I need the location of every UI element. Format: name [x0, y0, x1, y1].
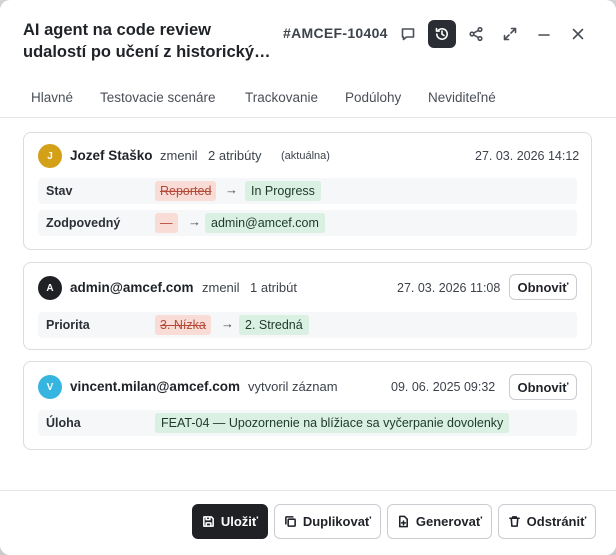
duplicate-label: Duplikovať	[302, 514, 372, 529]
history-timestamp: 09. 06. 2025 09:32	[391, 380, 496, 394]
restore-button[interactable]: Obnoviť	[509, 274, 577, 300]
duplicate-button[interactable]: Duplikovať	[274, 504, 381, 539]
generate-label: Generovať	[415, 514, 483, 529]
avatar: J	[38, 144, 62, 168]
close-icon	[572, 28, 584, 40]
tab-neviditelne[interactable]: Neviditeľné	[428, 90, 496, 105]
avatar: A	[38, 276, 62, 300]
minimize-button[interactable]	[530, 20, 558, 48]
document-plus-icon	[398, 515, 408, 528]
history-author: admin@amcef.com	[70, 280, 194, 295]
close-button[interactable]	[564, 20, 592, 48]
generate-button[interactable]: Generovať	[387, 504, 492, 539]
save-label: Uložiť	[220, 514, 259, 529]
diff-row-zodpovedny: Zodpovedný — → admin@amcef.com	[38, 210, 577, 236]
history-timestamp: 27. 03. 2026 11:08	[397, 281, 501, 295]
title-line-2: udalostí po učení z historický…	[23, 43, 271, 61]
tab-podulohy[interactable]: Podúlohy	[345, 90, 401, 105]
diff-row-priorita: Priorita 3. Nízka → 2. Stredná	[38, 312, 577, 338]
tab-testovacie-scenare[interactable]: Testovacie scenáre	[100, 90, 216, 105]
history-list: J Jozef Staško zmenil 2 atribúty (aktuál…	[0, 119, 616, 490]
arrow-icon: →	[221, 316, 234, 331]
current-version-label: (aktuálna)	[281, 150, 330, 162]
tab-hlavne[interactable]: Hlavné	[31, 90, 73, 105]
new-value: FEAT-04 — Upozornenie na blížiace sa vyč…	[155, 413, 510, 433]
title-line-1: AI agent na code review	[23, 21, 211, 39]
arrow-icon: →	[225, 182, 238, 197]
expand-icon	[503, 27, 517, 41]
field-label: Zodpovedný	[46, 216, 121, 230]
delete-button[interactable]: Odstrániť	[498, 504, 596, 539]
minimize-icon	[538, 34, 550, 36]
arrow-icon: →	[188, 214, 201, 229]
history-action: zmenil	[202, 280, 240, 295]
new-value: 2. Stredná	[239, 315, 309, 335]
ticket-modal: AI agent na code review udalostí po učen…	[0, 0, 616, 555]
avatar: V	[38, 375, 62, 399]
history-entry: A admin@amcef.com zmenil 1 atribút 27. 0…	[23, 262, 592, 350]
field-label: Úloha	[46, 416, 81, 430]
delete-label: Odstrániť	[526, 514, 587, 529]
tab-bar: Hlavné Testovacie scenáre Trackovanie Po…	[0, 76, 616, 192]
history-button[interactable]	[428, 20, 456, 48]
expand-button[interactable]	[496, 20, 524, 48]
old-value: —	[155, 213, 178, 233]
diff-row-uloha: Úloha FEAT-04 — Upozornenie na blížiace …	[38, 410, 577, 436]
comment-icon	[401, 28, 415, 41]
save-button[interactable]: Uložiť	[192, 504, 268, 539]
modal-title: AI agent na code review udalostí po učen…	[23, 19, 278, 63]
trash-icon	[508, 516, 520, 527]
restore-button[interactable]: Obnoviť	[509, 374, 577, 400]
save-icon	[202, 516, 214, 527]
history-icon	[435, 27, 448, 40]
history-timestamp: 27. 03. 2026 14:12	[475, 149, 580, 163]
history-change-count: 1 atribút	[250, 280, 297, 295]
diff-row-stav: Stav Reported → In Progress	[38, 178, 577, 204]
history-change-count: 2 atribúty	[208, 148, 262, 163]
history-action: vytvoril záznam	[248, 379, 338, 394]
tab-trackovanie[interactable]: Trackovanie	[245, 90, 318, 105]
history-entry: J Jozef Staško zmenil 2 atribúty (aktuál…	[23, 132, 592, 250]
old-value: Reported	[155, 181, 217, 201]
copy-icon	[284, 516, 296, 527]
history-author: Jozef Staško	[70, 148, 153, 163]
new-value: In Progress	[245, 181, 321, 201]
share-button[interactable]	[462, 20, 490, 48]
share-icon	[469, 26, 483, 42]
history-author: vincent.milan@amcef.com	[70, 379, 240, 394]
ticket-id: #AMCEF-10404	[283, 25, 388, 41]
old-value: 3. Nízka	[155, 315, 211, 335]
modal-header: AI agent na code review udalostí po učen…	[0, 0, 616, 76]
field-label: Stav	[46, 184, 73, 198]
history-entry: V vincent.milan@amcef.com vytvoril zázna…	[23, 361, 592, 450]
field-label: Priorita	[46, 318, 90, 332]
new-value: admin@amcef.com	[205, 213, 325, 233]
history-action: zmenil	[160, 148, 198, 163]
modal-footer: Uložiť Duplikovať Generovať Odstrániť	[0, 490, 616, 555]
comment-button[interactable]	[394, 20, 422, 48]
